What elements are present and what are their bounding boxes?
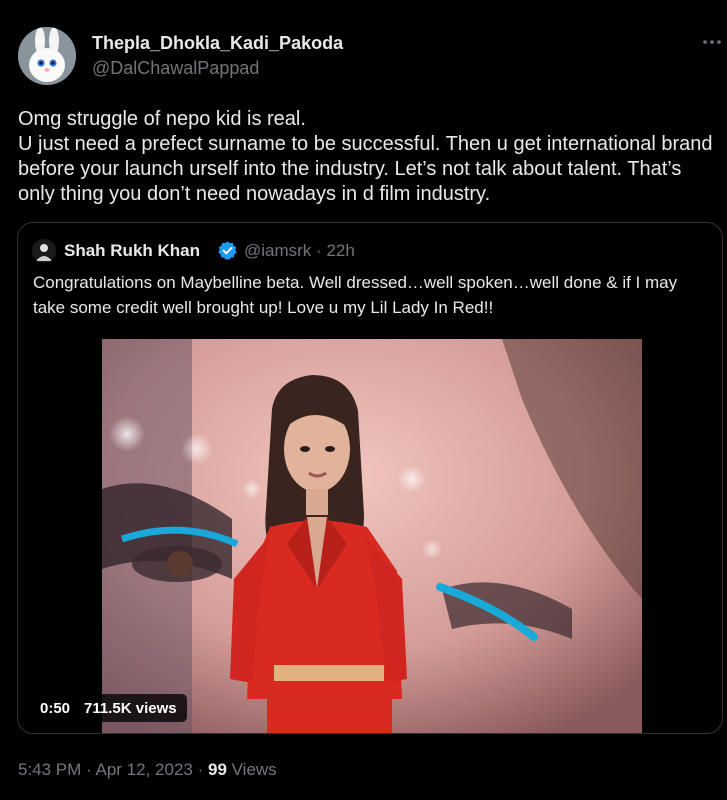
quoted-tweet-card[interactable]: Shah Rukh Khan @iamsrk · 22h Congratulat… — [17, 222, 723, 734]
tweet-text: Omg struggle of nepo kid is real. U just… — [18, 108, 713, 205]
verified-badge-icon — [217, 240, 238, 261]
more-horizontal-icon[interactable] — [700, 30, 724, 54]
video-player[interactable] — [102, 339, 642, 733]
quote-handle-and-age[interactable]: @iamsrk · 22h — [244, 241, 355, 261]
quote-text: Congratulations on Maybelline beta. Well… — [33, 273, 678, 317]
avatar[interactable] — [18, 27, 76, 85]
tweet-meta: 5:43 PM · Apr 12, 2023 · 99 Views — [18, 760, 277, 780]
quote-handle[interactable]: @iamsrk — [244, 241, 311, 260]
separator-dot: · — [197, 760, 208, 779]
views-count: 99 — [207, 760, 227, 779]
tweet-time[interactable]: 5:43 PM — [18, 760, 81, 779]
user-handle[interactable]: @DalChawalPappad — [92, 58, 259, 79]
quote-age[interactable]: 22h — [326, 241, 354, 260]
views-label: Views — [231, 760, 277, 779]
video-stats-badge: 0:50 711.5K views — [30, 694, 187, 722]
tweet-date[interactable]: Apr 12, 2023 — [96, 760, 193, 779]
display-name[interactable]: Thepla_Dhokla_Kadi_Pakoda — [92, 33, 343, 54]
video-frame — [102, 339, 642, 733]
separator-dot: · — [316, 241, 327, 260]
quote-avatar[interactable] — [32, 239, 56, 263]
quote-display-name[interactable]: Shah Rukh Khan — [64, 241, 200, 261]
video-duration: 0:50 — [40, 699, 71, 717]
video-views: 711.5K views — [84, 699, 177, 717]
separator-dot: · — [86, 760, 96, 779]
